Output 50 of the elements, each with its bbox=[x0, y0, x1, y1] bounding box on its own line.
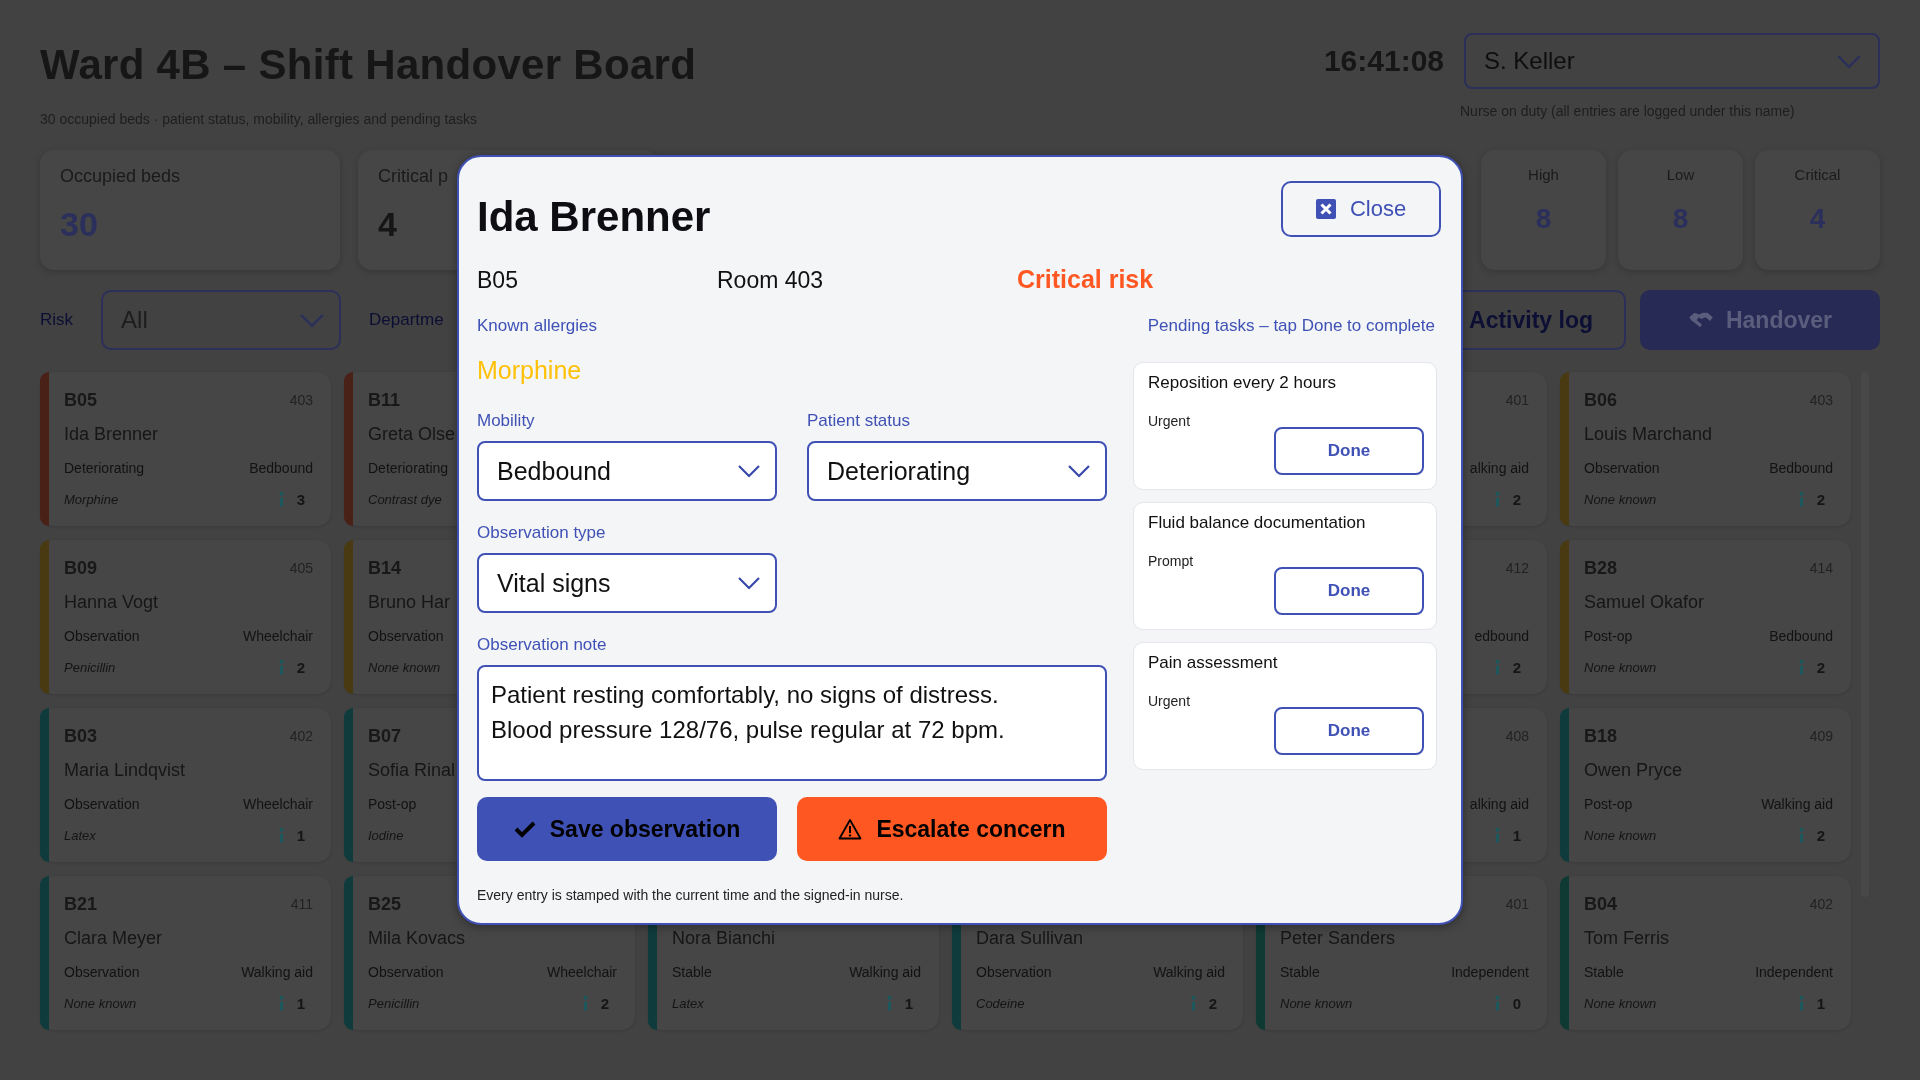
chevron-down-icon bbox=[1067, 464, 1091, 478]
close-button[interactable]: Close bbox=[1281, 181, 1441, 237]
dropdown-field[interactable]: Bedbound bbox=[477, 441, 777, 501]
field-label: Patient status bbox=[807, 411, 911, 431]
allergies-label: Known allergies bbox=[477, 316, 598, 336]
task-priority: Prompt bbox=[1148, 553, 1194, 571]
check-icon bbox=[513, 820, 536, 838]
info-icon bbox=[1493, 994, 1501, 1012]
save-button[interactable]: Save observation bbox=[477, 797, 777, 861]
info-icon bbox=[277, 490, 285, 508]
note-field[interactable]: Patient resting comfortably, no signs of distress. Blood pressure 128/76, pulse regular at 72 bpm. bbox=[477, 665, 1107, 781]
task-title: Reposition every 2 hours bbox=[1148, 373, 1338, 393]
field-label: Mobility bbox=[477, 411, 536, 431]
task-priority: Urgent bbox=[1148, 693, 1191, 711]
risk-level: Critical risk bbox=[1017, 265, 1154, 294]
done-button[interactable]: Done bbox=[1274, 427, 1424, 475]
bed-id: B05 bbox=[477, 267, 519, 294]
info-icon bbox=[1797, 658, 1805, 676]
info-icon bbox=[1797, 994, 1805, 1012]
chevron-down-icon bbox=[1836, 53, 1862, 69]
done-button[interactable]: Done bbox=[1274, 707, 1424, 755]
allergies: Morphine bbox=[477, 356, 583, 385]
info-icon bbox=[581, 994, 589, 1012]
tasks-label: Pending tasks – tap Done to complete bbox=[1146, 316, 1435, 336]
info-icon bbox=[1797, 826, 1805, 844]
chevron-down-icon bbox=[299, 312, 326, 328]
info-icon bbox=[1189, 994, 1197, 1012]
done-button[interactable]: Done bbox=[1274, 567, 1424, 615]
warning-icon bbox=[838, 818, 863, 840]
escalate-button[interactable]: Escalate concern bbox=[797, 797, 1107, 861]
room-number: Room 403 bbox=[717, 267, 825, 294]
info-icon bbox=[1493, 490, 1501, 508]
info-icon bbox=[1797, 490, 1805, 508]
dropdown-field[interactable]: Deteriorating bbox=[807, 441, 1107, 501]
close-icon bbox=[1315, 199, 1336, 219]
dialog-title: Ida Brenner bbox=[477, 193, 711, 241]
chevron-down-icon bbox=[737, 464, 761, 478]
task-title: Pain assessment bbox=[1148, 653, 1279, 673]
task-priority: Urgent bbox=[1148, 413, 1191, 431]
task-title: Fluid balance documentation bbox=[1148, 513, 1367, 533]
field-label: Observation type bbox=[477, 523, 607, 543]
info-icon bbox=[1493, 826, 1501, 844]
info-icon bbox=[277, 994, 285, 1012]
info-icon bbox=[1493, 658, 1501, 676]
info-icon bbox=[277, 658, 285, 676]
dropdown-field[interactable]: Vital signs bbox=[477, 553, 777, 613]
field-label: Observation note bbox=[477, 635, 608, 655]
chevron-down-icon bbox=[737, 576, 761, 590]
info-icon bbox=[277, 826, 285, 844]
info-icon bbox=[885, 994, 893, 1012]
